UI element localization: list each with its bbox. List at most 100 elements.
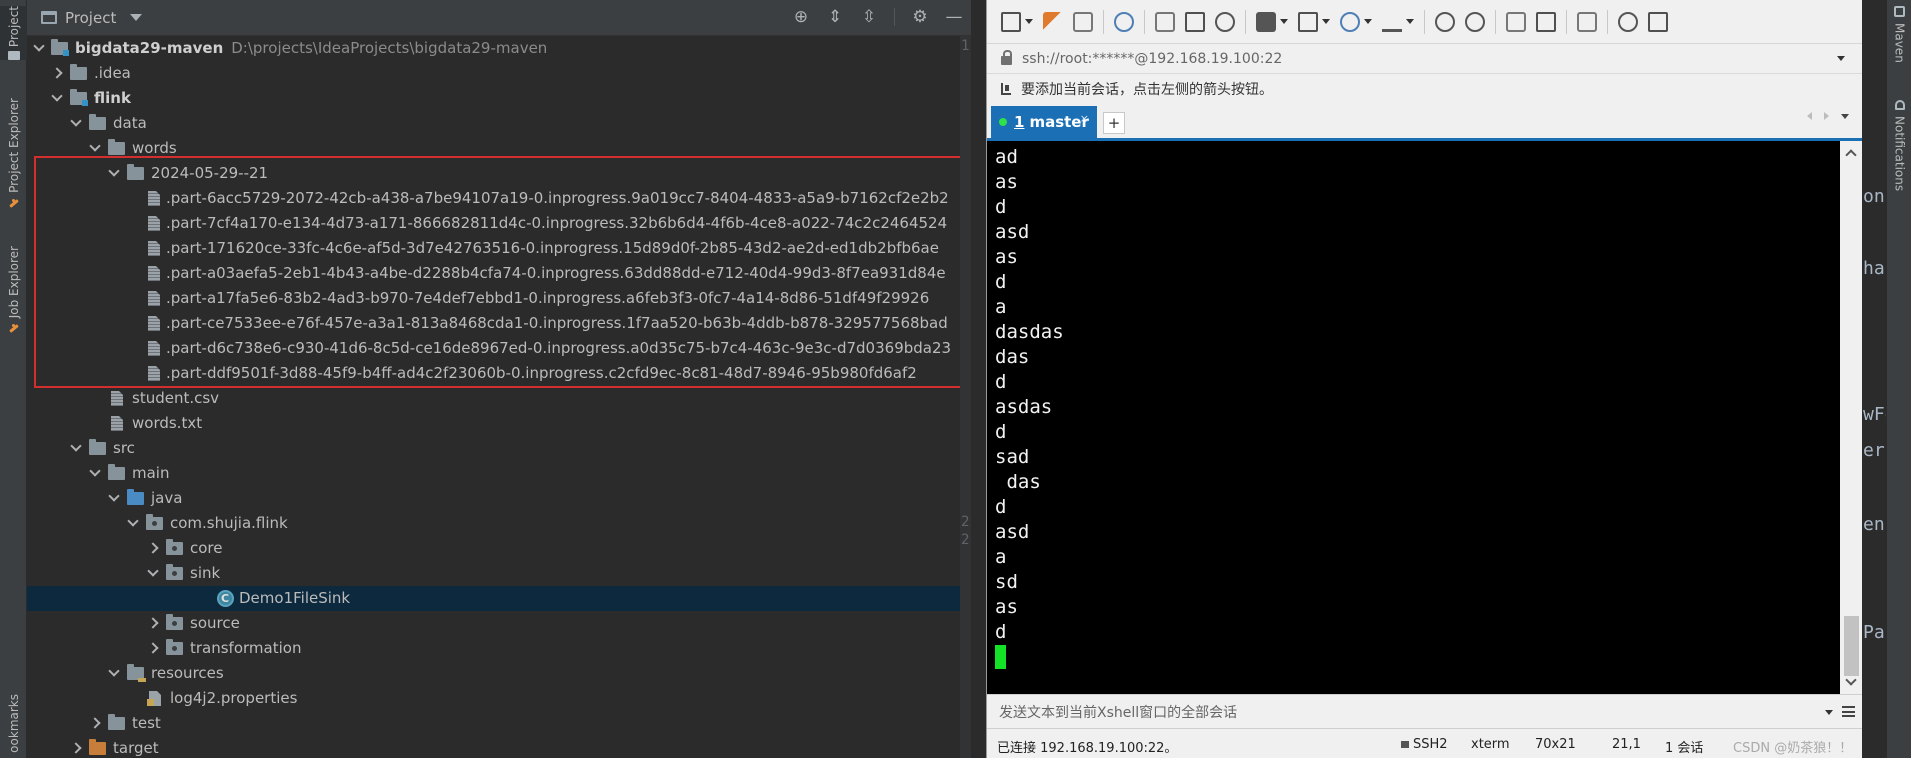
connect-icon[interactable] <box>1043 11 1063 32</box>
print-icon[interactable] <box>1256 11 1276 32</box>
expand-all-icon[interactable]: ⇕ <box>826 8 844 26</box>
tool-tab-project[interactable]: Project <box>0 6 27 61</box>
address-text[interactable]: ssh://root:******@192.168.19.100:22 <box>1022 51 1282 67</box>
tree-row-student-csv[interactable]: student.csv <box>27 386 971 411</box>
tool-tab-notifications[interactable]: Notifications <box>1887 100 1911 191</box>
tree-row-resources[interactable]: resources <box>27 661 971 686</box>
project-title[interactable]: Project <box>65 9 116 27</box>
tree-row-part-file[interactable]: .part-ddf9501f-3d88-45f9-b4ff-ad4c2f2306… <box>27 361 971 386</box>
terminal-scrollbar[interactable] <box>1840 138 1863 694</box>
terminal[interactable]: ad as d asd as d a dasdas das d asdas d … <box>987 138 1840 694</box>
globe-icon[interactable] <box>1340 11 1360 32</box>
gear-icon[interactable]: ⚙ <box>911 8 929 26</box>
chevron-down-icon[interactable] <box>108 165 120 177</box>
tree-row-words[interactable]: words <box>27 136 971 161</box>
tool-tab-job-explorer[interactable]: Job Explorer <box>0 246 27 334</box>
collapse-all-icon[interactable]: ⇳ <box>860 8 878 26</box>
new-tab-button[interactable]: + <box>1103 112 1125 134</box>
tree-row-words-txt[interactable]: words.txt <box>27 411 971 436</box>
chevron-right-icon[interactable] <box>51 67 63 79</box>
chat-icon[interactable] <box>1648 11 1668 32</box>
tree-row-idea[interactable]: .idea <box>27 61 971 86</box>
chevron-down-icon[interactable] <box>1364 19 1372 24</box>
minimize-icon[interactable]: — <box>945 8 963 26</box>
chevron-right-icon[interactable] <box>147 542 159 554</box>
tree-row-part-file[interactable]: .part-d6c738e6-c930-41d6-8c5d-ce16de8967… <box>27 336 971 361</box>
chevron-down-icon[interactable] <box>1406 19 1414 24</box>
tree-row-sink[interactable]: sink <box>27 561 971 586</box>
chevron-right-icon[interactable] <box>1824 112 1829 120</box>
crosshair-icon[interactable]: ⊕ <box>792 8 810 26</box>
fullscreen-icon[interactable] <box>1506 11 1526 32</box>
disconnect-icon[interactable] <box>1073 11 1093 32</box>
tree-row-part-file[interactable]: .part-a03aefa5-2eb1-4b43-a4be-d2288b4cfa… <box>27 261 971 286</box>
chevron-down-icon[interactable] <box>127 515 139 527</box>
tree-row-target[interactable]: target <box>27 736 971 758</box>
tree-row-log4j2-properties[interactable]: log4j2.properties <box>27 686 971 711</box>
lock-icon[interactable] <box>1536 11 1556 32</box>
chevron-down-icon[interactable] <box>147 565 159 577</box>
send-to-all-bar[interactable]: 发送文本到当前Xshell窗口的全部会话 <box>987 694 1863 728</box>
copy-icon[interactable] <box>1155 11 1175 32</box>
properties-icon[interactable] <box>1114 11 1134 32</box>
tool-tab-maven[interactable]: Maven <box>1887 6 1911 63</box>
chevron-right-icon[interactable] <box>147 617 159 629</box>
scroll-up-icon[interactable] <box>1845 149 1857 161</box>
chevron-down-icon[interactable] <box>89 465 101 477</box>
chevron-right-icon[interactable] <box>147 642 159 654</box>
chevron-down-icon[interactable] <box>89 140 101 152</box>
help-icon[interactable] <box>1618 11 1638 32</box>
tree-row-module-root[interactable]: bigdata29-maven D:\projects\IdeaProjects\… <box>27 36 971 61</box>
scrollbar-thumb[interactable] <box>1844 616 1859 676</box>
tree-row-part-file[interactable]: .part-a17fa5e6-83b2-4ad3-b970-7e4def7ebb… <box>27 286 971 311</box>
chevron-down-icon[interactable] <box>33 40 45 52</box>
tool-tab-project-explorer[interactable]: Project Explorer <box>0 98 27 209</box>
chevron-right-icon[interactable] <box>70 742 82 754</box>
tree-row-main[interactable]: main <box>27 461 971 486</box>
tree-row-test[interactable]: test <box>27 711 971 736</box>
chevron-down-icon[interactable] <box>1322 19 1330 24</box>
tree-row-date-folder[interactable]: 2024-05-29--21 <box>27 161 971 186</box>
keyboard-icon[interactable] <box>1577 11 1597 32</box>
chevron-left-icon[interactable] <box>1807 112 1812 120</box>
close-icon[interactable]: × <box>1080 112 1089 125</box>
tree-row-src[interactable]: src <box>27 436 971 461</box>
tree-row-package-root[interactable]: com.shujia.flink <box>27 511 971 536</box>
chevron-down-icon[interactable] <box>1025 19 1033 24</box>
send-to-all-input[interactable]: 发送文本到当前Xshell窗口的全部会话 <box>999 702 1237 722</box>
tree-row-flink[interactable]: flink <box>27 86 971 111</box>
chevron-down-icon[interactable] <box>108 490 120 502</box>
address-bar[interactable]: ssh://root:******@192.168.19.100:22 <box>987 45 1863 72</box>
tool-tab-bookmarks[interactable]: ookmarks <box>0 694 27 753</box>
tree-row-core[interactable]: core <box>27 536 971 561</box>
tree-row-transformation[interactable]: transformation <box>27 636 971 661</box>
add-session-arrow-icon[interactable] <box>1001 82 1011 95</box>
tree-row-data[interactable]: data <box>27 111 971 136</box>
transfer-icon[interactable] <box>1298 11 1318 32</box>
chevron-down-icon[interactable] <box>1825 710 1833 715</box>
chevron-down-icon[interactable] <box>1841 113 1849 119</box>
chevron-down-icon[interactable] <box>70 440 82 452</box>
tree-row-demo1filesink[interactable]: Demo1FileSink <box>27 586 971 611</box>
script-icon[interactable] <box>1465 11 1485 32</box>
tree-row-part-file[interactable]: .part-ce7533ee-e76f-457e-a3a1-813a8468cd… <box>27 311 971 336</box>
tree-row-java[interactable]: java <box>27 486 971 511</box>
tree-row-part-file[interactable]: .part-7cf4a170-e134-4d73-a171-866682811d… <box>27 211 971 236</box>
chevron-down-icon[interactable] <box>108 665 120 677</box>
find-icon[interactable] <box>1215 11 1235 32</box>
chevron-right-icon[interactable] <box>89 717 101 729</box>
tree-row-part-file[interactable]: .part-6acc5729-2072-42cb-a438-a7be94107a… <box>27 186 971 211</box>
chevron-down-icon[interactable] <box>1837 56 1845 61</box>
font-icon[interactable] <box>1382 12 1402 32</box>
xftp-icon[interactable] <box>1435 11 1455 32</box>
tree-row-source[interactable]: source <box>27 611 971 636</box>
paste-icon[interactable] <box>1185 11 1205 32</box>
tree-row-part-file[interactable]: .part-171620ce-33fc-4c6e-af5d-3d7e427635… <box>27 236 971 261</box>
chevron-down-icon[interactable] <box>51 90 63 102</box>
chevron-down-icon[interactable] <box>1280 19 1288 24</box>
menu-icon[interactable] <box>1842 706 1855 717</box>
scroll-down-icon[interactable] <box>1845 674 1857 686</box>
new-session-icon[interactable] <box>1001 11 1021 32</box>
tab-master[interactable]: 1 master × <box>991 106 1097 138</box>
chevron-down-icon[interactable] <box>130 14 143 21</box>
